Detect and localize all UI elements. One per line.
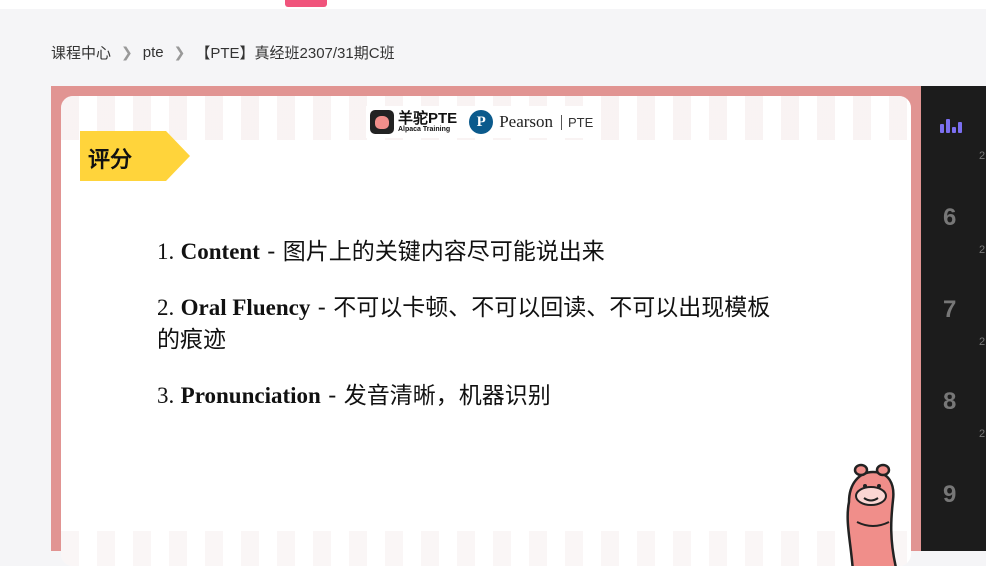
point-number: 2. (157, 295, 175, 320)
chapter-sub: 2 (979, 428, 986, 440)
chapter-sub: 2 (979, 336, 986, 348)
point-term: Content (180, 239, 260, 264)
active-tab-indicator (285, 0, 327, 7)
slide-pattern-bottom (61, 531, 911, 566)
slide: 羊驼PTE Alpaca Training P Pearson PTE 评分 1… (61, 96, 911, 566)
scoring-points: 1. Content - 图片上的关键内容尽可能说出来 2. Oral Flue… (157, 236, 777, 436)
chapter-number: 9 (943, 481, 957, 508)
point-description: - 图片上的关键内容尽可能说出来 (259, 239, 605, 265)
alpaca-pte-logo: 羊驼PTE Alpaca Training (370, 110, 457, 134)
section-tag: 评分 (80, 131, 190, 181)
bar-chart-icon[interactable] (940, 117, 962, 133)
chevron-right-icon: ❯ (121, 43, 133, 60)
point-number: 3. (157, 383, 175, 408)
point-term: Pronunciation (180, 383, 321, 408)
breadcrumb-course-center[interactable]: 课程中心 (51, 42, 111, 63)
breadcrumb-current-class: 【PTE】真经班2307/31期C班 (195, 44, 395, 62)
pearson-logo-name: Pearson (499, 112, 554, 131)
pearson-pte-logo: P Pearson PTE (469, 110, 593, 134)
point-number: 1. (157, 239, 175, 264)
chapter-number: 8 (943, 388, 957, 415)
pearson-logo-pte: PTE (561, 114, 593, 130)
chevron-right-icon: ❯ (173, 43, 186, 60)
point-description: - 发音清晰，机器识别 (320, 383, 551, 409)
alpaca-logo-name: 羊驼PTE (398, 110, 458, 127)
breadcrumb-pte[interactable]: pte (143, 44, 164, 61)
slide-logos: 羊驼PTE Alpaca Training P Pearson PTE (366, 106, 598, 138)
chapter-sub: 2 (979, 150, 986, 162)
chapter-number: 6 (943, 204, 957, 231)
top-bar (0, 0, 986, 9)
chapter-sidebar: 6 2 7 2 8 2 9 2 (921, 86, 986, 551)
chapter-number: 7 (943, 296, 957, 323)
alpaca-mascot-icon (846, 463, 897, 566)
alpaca-icon (370, 110, 394, 134)
scoring-point: 1. Content - 图片上的关键内容尽可能说出来 (157, 236, 777, 268)
pearson-icon: P (469, 110, 494, 134)
video-player[interactable]: 羊驼PTE Alpaca Training P Pearson PTE 评分 1… (51, 86, 921, 566)
section-tag-label: 评分 (88, 147, 133, 172)
scoring-point: 2. Oral Fluency - 不可以卡顿、不可以回读、不可以出现模板的痕迹 (157, 292, 777, 356)
point-term: Oral Fluency (180, 295, 311, 320)
alpaca-logo-subtitle: Alpaca Training (398, 126, 451, 133)
breadcrumb: 课程中心 ❯ pte ❯ 【PTE】真经班2307/31期C班 (51, 41, 395, 63)
chapter-sub: 2 (979, 244, 986, 256)
scoring-point: 3. Pronunciation - 发音清晰，机器识别 (157, 380, 777, 412)
